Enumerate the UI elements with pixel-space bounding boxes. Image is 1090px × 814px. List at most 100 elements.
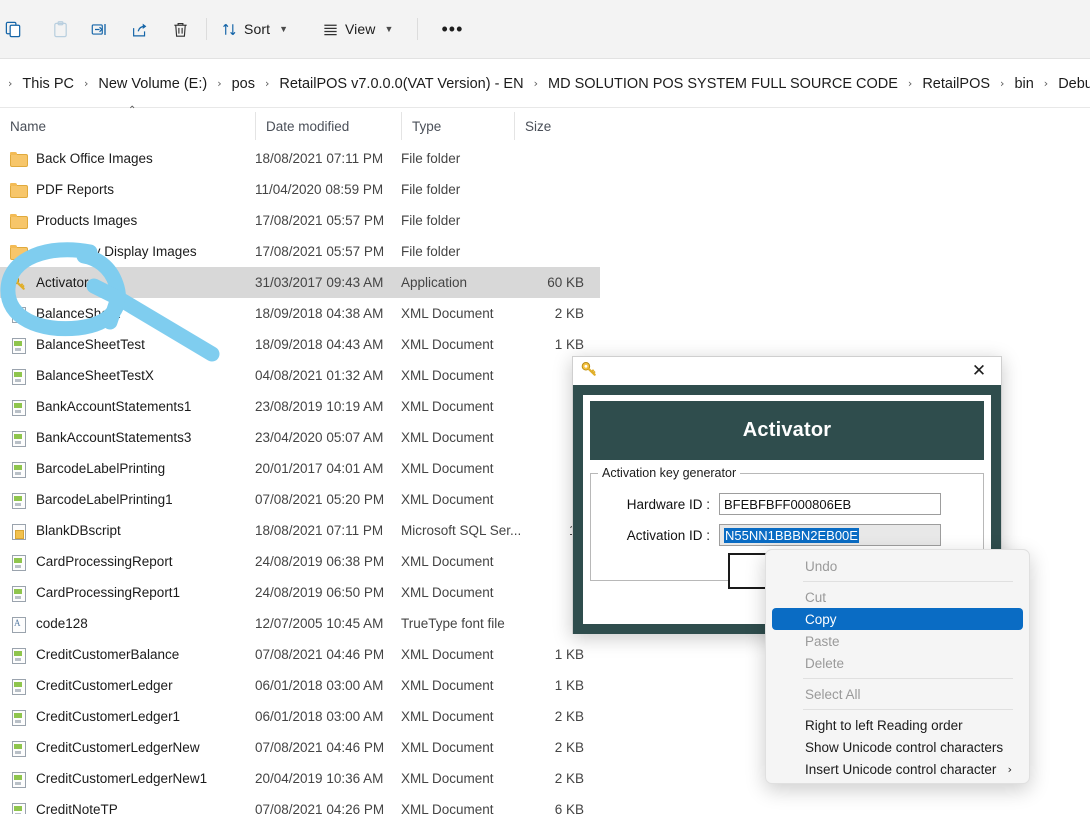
table-row[interactable]: BalanceSheetTest 18/09/2018 04:43 AM XML D… (0, 329, 600, 360)
activation-id-selected-text: N55NN1BBBN2EB00E (724, 528, 859, 543)
toolbar-divider-2 (417, 18, 419, 40)
folder-icon (10, 182, 28, 198)
file-name-label: CardProcessingReport1 (36, 585, 181, 600)
paste-button[interactable] (40, 12, 80, 46)
file-name-cell: BalanceSheetTest (0, 337, 255, 354)
chevron-down-icon: ▼ (384, 24, 394, 34)
file-name-cell: Back Office Images (0, 151, 255, 167)
explorer-window: Sort ▼ View ▼ ••• › This PC › New Volume (E… (0, 0, 1090, 814)
file-date-cell: 06/01/2018 03:00 AM (255, 709, 384, 724)
file-type-cell: XML Document (401, 740, 494, 755)
file-list[interactable]: Back Office Images 18/08/2021 07:11 PM Fil… (0, 143, 600, 814)
file-name-cell: CreditNoteTP (0, 802, 255, 814)
menu-item-insert-unicode-control-character[interactable]: Insert Unicode control character › (772, 758, 1023, 780)
menu-item-delete[interactable]: Delete (772, 652, 1023, 674)
hardware-id-field[interactable]: BFEBFBFF000806EB (719, 493, 941, 515)
file-date-cell: 18/08/2021 07:11 PM (255, 151, 384, 166)
key-icon (581, 361, 598, 382)
file-name-label: Activator (36, 275, 89, 290)
table-row[interactable]: BankAccountStatements3 23/04/2020 05:07 A… (0, 422, 600, 453)
table-row[interactable]: CreditCustomerLedger1 06/01/2018 03:00 AM… (0, 701, 600, 732)
breadcrumb-item-7[interactable]: Debug (1054, 73, 1090, 95)
breadcrumb-item-6[interactable]: bin (1010, 73, 1037, 95)
file-type-cell: File folder (401, 151, 461, 166)
table-row[interactable]: CreditCustomerLedgerNew 07/08/2021 04:46 … (0, 732, 600, 763)
table-row[interactable]: CreditCustomerLedger 06/01/2018 03:00 AM X… (0, 670, 600, 701)
breadcrumb-item-2[interactable]: pos (228, 73, 259, 95)
breadcrumb-item-3[interactable]: RetailPOS v7.0.0.0(VAT Version) - EN (275, 73, 527, 95)
sort-ascending-icon: ⌃ (128, 105, 137, 116)
file-name-cell: BankAccountStatements1 (0, 399, 255, 416)
delete-button[interactable] (160, 12, 200, 46)
file-name-label: BankAccountStatements3 (36, 430, 192, 445)
rename-icon (90, 20, 110, 39)
table-row[interactable]: Back Office Images 18/08/2021 07:11 PM Fil… (0, 143, 600, 174)
menu-item-cut[interactable]: Cut (772, 586, 1023, 608)
file-size-cell: 60 KB (547, 275, 584, 290)
breadcrumb-separator: › (1043, 77, 1049, 90)
table-row[interactable]: CardProcessingReport 24/08/2019 06:38 PM X… (0, 546, 600, 577)
table-row[interactable]: BlankDBscript 18/08/2021 07:11 PM Microsof… (0, 515, 600, 546)
menu-item-label: Delete (805, 655, 845, 671)
table-row[interactable]: BankAccountStatements1 23/08/2019 10:19 A… (0, 391, 600, 422)
file-type-cell: XML Document (401, 461, 494, 476)
table-row[interactable]: CreditCustomerBalance 07/08/2021 04:46 PM… (0, 639, 600, 670)
breadcrumb-item-4[interactable]: MD SOLUTION POS SYSTEM FULL SOURCE CODE (544, 73, 902, 95)
table-row[interactable]: BalanceSheetTestX 04/08/2021 01:32 AM XML … (0, 360, 600, 391)
table-row[interactable]: Activator 31/03/2017 09:43 AM Application 6… (0, 267, 600, 298)
table-row[interactable]: CardProcessingReport1 24/08/2019 06:50 PM… (0, 577, 600, 608)
file-name-cell: Activator (0, 275, 255, 291)
menu-item-label: Show Unicode control characters (805, 739, 1004, 755)
file-date-cell: 12/07/2005 10:45 AM (255, 616, 384, 631)
breadcrumb[interactable]: › This PC › New Volume (E:) › pos › RetailPOS v… (0, 73, 1090, 95)
menu-item-right-to-left-reading-order[interactable]: Right to left Reading order (772, 714, 1023, 736)
column-header-type[interactable]: Type (401, 112, 514, 140)
table-row[interactable]: code128 12/07/2005 10:45 AM TrueType font … (0, 608, 600, 639)
breadcrumb-separator: › (217, 77, 222, 90)
menu-item-undo[interactable]: Undo (772, 555, 1023, 577)
file-name-cell: Secondary Display Images (0, 244, 255, 260)
close-button[interactable]: ✕ (957, 357, 1001, 385)
table-row[interactable]: Products Images 17/08/2021 05:57 PM File f… (0, 205, 600, 236)
sort-button[interactable]: Sort ▼ (213, 12, 296, 46)
breadcrumb-item-5[interactable]: RetailPOS (918, 73, 994, 95)
breadcrumb-item-1[interactable]: New Volume (E:) (94, 73, 211, 95)
share-button[interactable] (120, 12, 160, 46)
menu-item-show-unicode-control-characters[interactable]: Show Unicode control characters (772, 736, 1023, 758)
file-size-cell: 6 KB (554, 802, 584, 814)
breadcrumb-separator: › (533, 77, 538, 90)
folder-icon (10, 213, 28, 229)
copy-button[interactable] (0, 12, 40, 46)
table-row[interactable]: BarcodeLabelPrinting 20/01/2017 04:01 AM X… (0, 453, 600, 484)
menu-item-paste[interactable]: Paste (772, 630, 1023, 652)
table-row[interactable]: BalanceSheet 18/09/2018 04:38 AM XML Docum… (0, 298, 600, 329)
menu-item-label: Paste (805, 633, 840, 649)
rename-button[interactable] (80, 12, 120, 46)
file-type-cell: File folder (401, 213, 461, 228)
column-header-size[interactable]: Size (514, 112, 600, 140)
xml-icon (10, 554, 27, 571)
toolbar-divider-1 (206, 18, 207, 40)
activation-id-label: Activation ID : (626, 527, 710, 543)
column-header-date[interactable]: Date modified (255, 112, 401, 140)
table-row[interactable]: Secondary Display Images 17/08/2021 05:57… (0, 236, 600, 267)
table-row[interactable]: CreditNoteTP 07/08/2021 04:26 PM XML Docum… (0, 794, 600, 814)
more-options-button[interactable]: ••• (432, 12, 472, 46)
column-header-name[interactable]: Name ⌃ (0, 105, 255, 140)
file-date-cell: 18/09/2018 04:38 AM (255, 306, 384, 321)
table-row[interactable]: CreditCustomerLedgerNew1 20/04/2019 10:36… (0, 763, 600, 794)
table-row[interactable]: PDF Reports 11/04/2020 08:59 PM File folde… (0, 174, 600, 205)
table-row[interactable]: BarcodeLabelPrinting1 07/08/2021 05:20 PM… (0, 484, 600, 515)
file-name-label: CardProcessingReport (36, 554, 173, 569)
breadcrumb-item-0[interactable]: This PC (18, 73, 78, 95)
menu-item-copy[interactable]: Copy (772, 608, 1023, 630)
menu-item-select-all[interactable]: Select All (772, 683, 1023, 705)
column-label-date: Date modified (266, 118, 350, 134)
dialog-titlebar[interactable]: ✕ (573, 357, 1001, 385)
column-label-size: Size (525, 118, 552, 134)
activation-id-field[interactable]: N55NN1BBBN2EB00E (719, 524, 941, 546)
file-type-cell: Application (401, 275, 468, 290)
text-context-menu[interactable]: Undo Cut Copy Paste Delete Select All Right to… (765, 549, 1030, 784)
xml-icon (10, 771, 27, 788)
view-button[interactable]: View ▼ (314, 12, 401, 46)
